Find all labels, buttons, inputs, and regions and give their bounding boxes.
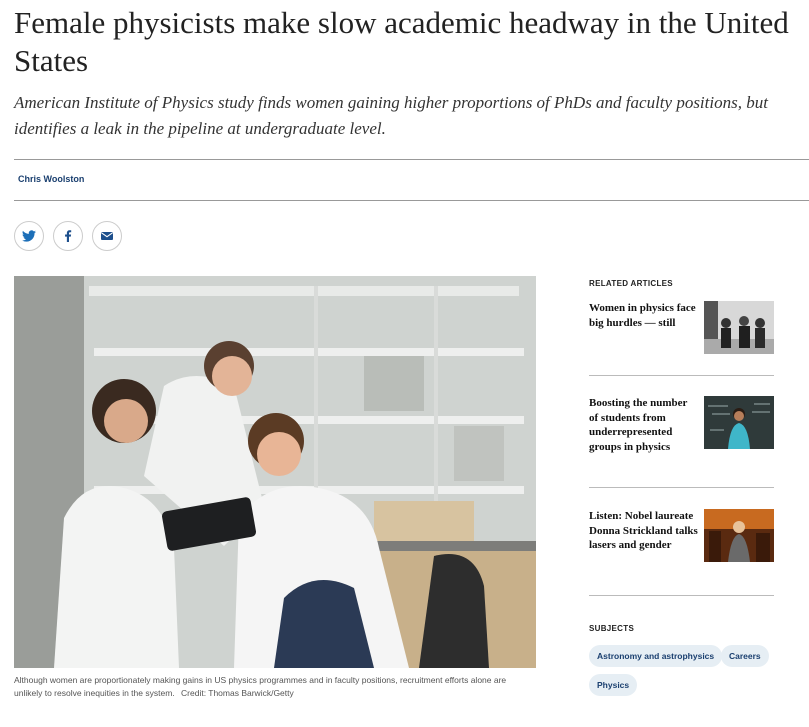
share-bar xyxy=(14,221,122,251)
related-article-thumbnail[interactable] xyxy=(704,509,774,562)
share-twitter-button[interactable] xyxy=(14,221,44,251)
subject-tag[interactable]: Physics xyxy=(589,674,638,696)
article-photo xyxy=(14,276,536,668)
article-title: Female physicists make slow academic hea… xyxy=(14,5,789,78)
facebook-icon xyxy=(65,230,72,242)
divider xyxy=(589,595,774,596)
article-standfirst: American Institute of Physics study find… xyxy=(14,93,768,138)
author-link[interactable]: Chris Woolston xyxy=(18,174,84,184)
subject-tag[interactable]: Astronomy and astrophysics xyxy=(589,645,723,667)
related-article-title[interactable]: Women in physics face big hurdles — stil… xyxy=(589,301,699,330)
subject-tag[interactable]: Careers xyxy=(721,645,769,667)
share-email-button[interactable] xyxy=(92,221,122,251)
related-article-thumbnail[interactable] xyxy=(704,301,774,354)
related-article-thumbnail[interactable] xyxy=(704,396,774,449)
share-facebook-button[interactable] xyxy=(53,221,83,251)
related-article-title[interactable]: Boosting the number of students from und… xyxy=(589,396,699,454)
divider xyxy=(14,159,809,160)
photo-caption: Although women are proportionately makin… xyxy=(14,674,536,700)
subjects-heading: SUBJECTS xyxy=(589,624,635,633)
photo-credit: Credit: Thomas Barwick/Getty xyxy=(181,688,294,698)
twitter-icon xyxy=(22,230,36,242)
divider xyxy=(589,375,774,376)
related-articles-heading: RELATED ARTICLES xyxy=(589,279,673,288)
divider xyxy=(589,487,774,488)
divider xyxy=(14,200,809,201)
related-article-title[interactable]: Listen: Nobel laureate Donna Strickland … xyxy=(589,509,699,553)
email-icon xyxy=(101,232,113,240)
